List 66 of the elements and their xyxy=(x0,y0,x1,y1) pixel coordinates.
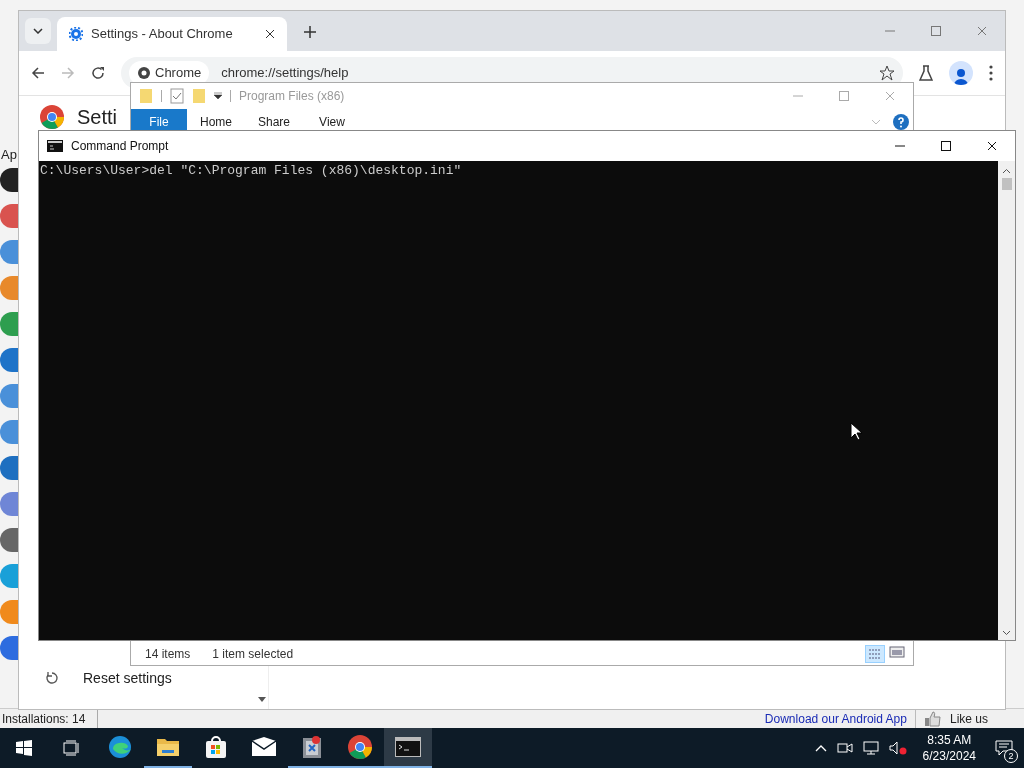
taskbar-app-button[interactable] xyxy=(384,728,432,768)
clock-date[interactable]: 6/23/2024 xyxy=(922,748,976,764)
muted-speaker-icon[interactable] xyxy=(888,741,907,755)
plus-icon xyxy=(304,26,316,38)
maximize-icon xyxy=(941,141,951,151)
close-icon xyxy=(987,141,997,151)
android-app-link[interactable]: Download our Android App xyxy=(764,709,907,728)
site-chip-label: Chrome xyxy=(155,64,202,83)
thumbnail-view-icon[interactable] xyxy=(889,645,905,659)
tab-list-button[interactable] xyxy=(25,18,51,44)
network-icon[interactable] xyxy=(862,741,879,755)
clock-time[interactable]: 8:35 AM xyxy=(927,732,972,748)
scroll-down-arrow-icon[interactable] xyxy=(258,696,266,702)
window-title: Command Prompt xyxy=(71,138,170,155)
windows-logo-icon xyxy=(16,740,32,756)
thumbs-up-icon xyxy=(923,710,942,727)
chrome-logo-icon xyxy=(137,66,151,80)
ribbon-tab[interactable]: View xyxy=(303,109,361,134)
chevron-down-icon xyxy=(33,28,43,34)
notifications-button[interactable]: 2 xyxy=(984,728,1024,768)
like-label[interactable]: Like us xyxy=(949,709,988,728)
scrollbar-thumb[interactable] xyxy=(1001,178,1012,190)
notification-count: 2 xyxy=(1004,749,1018,763)
back-arrow-icon[interactable] xyxy=(31,66,45,80)
dropdown-arrow-icon[interactable] xyxy=(214,92,222,100)
reset-icon xyxy=(45,671,59,685)
app-icon[interactable] xyxy=(0,168,18,192)
close-icon xyxy=(977,26,987,36)
page-title: Setti xyxy=(77,105,118,129)
camera-icon[interactable] xyxy=(836,741,853,755)
menu-item[interactable]: Reset settings xyxy=(45,667,180,689)
gear-icon xyxy=(69,27,83,41)
profile-avatar[interactable] xyxy=(949,61,973,85)
envelope-icon xyxy=(251,737,277,757)
url-text: chrome://settings/help xyxy=(221,64,350,83)
close-icon xyxy=(265,29,275,39)
tab-title: Settings - About Chrome xyxy=(91,25,234,44)
task-view-icon xyxy=(63,740,81,756)
maximize-icon xyxy=(931,26,941,36)
trash-bin-icon xyxy=(301,735,323,759)
status-text: 1 item selected xyxy=(212,646,294,663)
ribbon-tab[interactable]: Share xyxy=(245,109,303,134)
status-text: 14 items xyxy=(145,646,191,663)
terminal-icon xyxy=(395,737,421,757)
chrome-icon xyxy=(347,734,373,760)
folder-icon xyxy=(139,88,153,104)
browser-tab[interactable]: Settings - About Chrome xyxy=(57,17,287,51)
help-icon[interactable] xyxy=(893,113,909,130)
shopping-bag-icon xyxy=(205,735,227,759)
side-label: Ap xyxy=(1,146,17,164)
window-title: Program Files (x86) xyxy=(239,88,346,105)
ribbon-tab[interactable]: Home xyxy=(187,109,245,134)
maximize-icon xyxy=(839,91,849,101)
reload-icon[interactable] xyxy=(91,66,105,80)
console-line: C:\Users\User>del "C:\Program Files (x86)\desktop.ini" xyxy=(40,163,463,179)
scrollbar[interactable] xyxy=(998,161,1015,640)
close-icon xyxy=(885,91,895,101)
browser-icon xyxy=(108,735,132,759)
flask-icon[interactable] xyxy=(919,65,933,81)
star-icon[interactable] xyxy=(879,65,895,81)
mouse-cursor-icon xyxy=(850,422,862,441)
terminal-icon xyxy=(47,140,63,152)
folder-icon xyxy=(156,736,180,758)
chevron-up-icon[interactable] xyxy=(814,744,827,752)
checkmark-page-icon[interactable] xyxy=(170,88,184,104)
more-menu-icon[interactable] xyxy=(989,65,993,81)
